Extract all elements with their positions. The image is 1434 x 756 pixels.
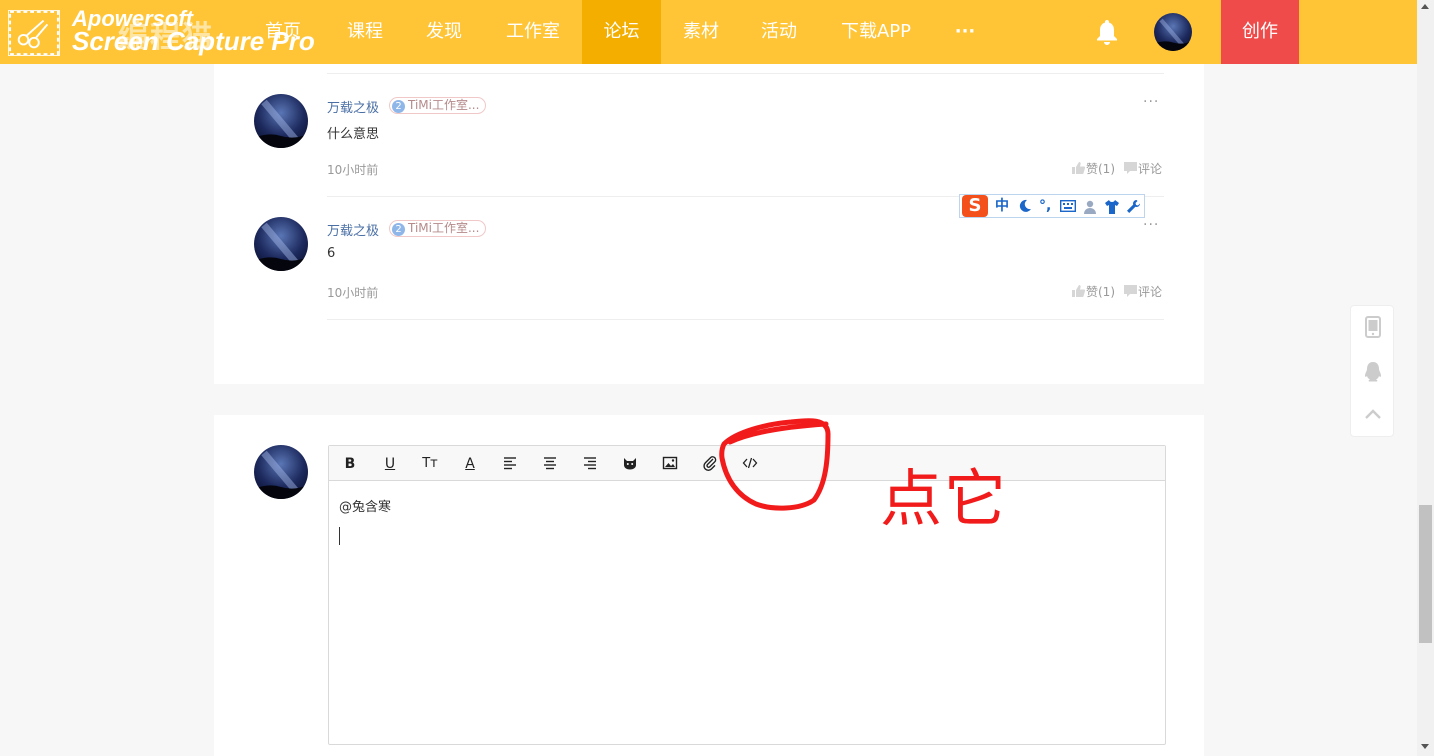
top-navbar: 编程猫 Apowersoft Screen Capture Pro 首页 课程 … [0,0,1417,64]
side-float-toolbar [1350,305,1394,437]
page-scrollbar[interactable] [1417,0,1434,756]
moon-icon[interactable] [1018,199,1032,213]
reply-button[interactable]: 评论 [1124,283,1162,300]
wrench-icon[interactable] [1126,199,1141,214]
nav-studio[interactable]: 工作室 [492,0,574,64]
level-badge: 2 [392,223,405,236]
user-icon[interactable] [1083,199,1099,215]
commenter-name[interactable]: 万载之极 [327,220,379,239]
image-icon[interactable] [661,455,679,473]
comment-time: 10小时前 [327,286,379,300]
editor-mention-text: @兔含寒 [339,500,392,515]
more-options-icon[interactable]: ··· [1143,94,1159,110]
studio-badge[interactable]: 2 TiMi工作室... [389,97,487,114]
studio-badge-label: TiMi工作室... [408,221,480,235]
comment-bubble-icon [1124,285,1137,297]
mobile-phone-icon[interactable] [1363,316,1383,338]
keyboard-icon[interactable] [1060,200,1076,212]
commenter-name[interactable]: 万载之极 [327,97,379,116]
thumb-up-icon [1072,285,1085,297]
back-to-top-icon[interactable] [1363,404,1383,426]
ime-punctuation-toggle[interactable]: °, [1039,197,1051,215]
annotation-circle [719,418,831,511]
reply-button[interactable]: 评论 [1124,160,1162,177]
bell-icon[interactable] [1094,18,1120,46]
bold-button[interactable]: B [341,455,359,473]
nav-more[interactable]: ··· [940,0,990,64]
level-badge: 2 [392,100,405,113]
commenter-avatar[interactable] [254,217,308,271]
reply-label: 评论 [1138,162,1163,176]
scroll-down-icon[interactable] [1421,744,1429,749]
user-avatar[interactable] [1154,13,1192,51]
nav-download-app[interactable]: 下载APP [828,0,924,64]
scroll-up-icon[interactable] [1421,4,1429,9]
nav-discover[interactable]: 发现 [406,0,482,64]
nav-home[interactable]: 首页 [248,0,318,64]
like-label: 赞(1) [1086,162,1115,176]
scroll-thumb[interactable] [1419,505,1432,643]
more-options-icon[interactable]: ··· [1143,217,1159,233]
divider [327,73,1164,74]
reply-editor-card: B U Tт A @兔含寒 [214,415,1204,756]
qq-penguin-icon[interactable] [1363,361,1383,383]
comment-text: 6 [327,246,336,261]
comment-text: 什么意思 [327,127,380,142]
like-label: 赞(1) [1086,285,1115,299]
nav-forum[interactable]: 论坛 [582,0,661,64]
annotation-label: 点它 [880,462,1009,535]
comment-time: 10小时前 [327,163,379,177]
sogou-logo-icon[interactable]: S [962,195,988,217]
skin-shirt-icon[interactable] [1104,199,1120,214]
underline-button[interactable]: U [381,455,399,473]
nav-courses[interactable]: 课程 [327,0,403,64]
nav-events[interactable]: 活动 [741,0,817,64]
like-button[interactable]: 赞(1) [1072,160,1115,177]
comment-item: 万载之极 2 TiMi工作室... ··· 6 10小时前 赞(1) 评论 [214,217,1204,340]
create-button[interactable]: 创作 [1221,0,1299,64]
comment-list-card: 万载之极 2 TiMi工作室... ··· 什么意思 10小时前 赞(1) 评论 … [214,64,1204,384]
align-center-icon[interactable] [541,455,559,473]
capture-logo-icon [8,10,60,56]
comment-bubble-icon [1124,162,1137,174]
font-size-button[interactable]: Tт [421,455,439,473]
reply-label: 评论 [1138,285,1163,299]
nav-materials[interactable]: 素材 [663,0,739,64]
studio-badge[interactable]: 2 TiMi工作室... [389,220,487,237]
ime-toolbar[interactable]: S 中 °, [959,194,1145,218]
my-avatar[interactable] [254,445,308,499]
font-color-button[interactable]: A [461,455,479,473]
studio-badge-label: TiMi工作室... [408,98,480,112]
divider [327,319,1164,320]
emoji-cat-icon[interactable] [621,455,639,473]
like-button[interactable]: 赞(1) [1072,283,1115,300]
text-caret [339,527,340,545]
commenter-avatar[interactable] [254,94,308,148]
thumb-up-icon [1072,162,1085,174]
align-left-icon[interactable] [501,455,519,473]
align-right-icon[interactable] [581,455,599,473]
ime-mode-toggle[interactable]: 中 [995,197,1009,215]
